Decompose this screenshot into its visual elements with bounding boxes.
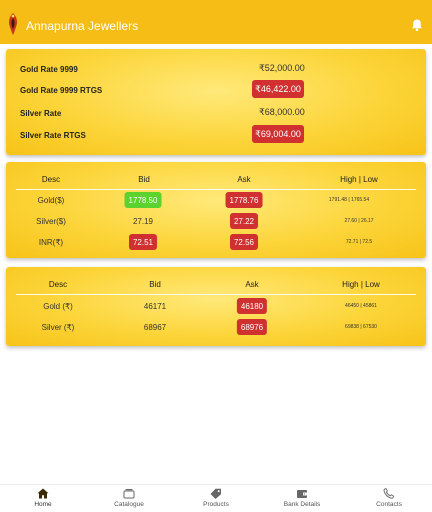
column-header-high-low: High | Low [340,175,378,184]
ask-badge: 46180 [236,298,268,314]
rate-label: Silver Rate [20,109,62,118]
desc-cell: Silver (₹) [41,322,75,332]
logo-icon [9,13,17,35]
nav-item-catalogue[interactable]: Catalogue [99,488,159,508]
app-bar: Annapurna Jewellers [0,0,432,44]
desc-cell: Gold($) [37,195,65,205]
nav-label: Home [34,501,52,508]
table-row: Gold($) 1778.50 1778.76 1791.48 | 1765.5… [6,192,426,210]
bottom-navigation: Home Catalogue Products Bank Details Con… [0,484,432,512]
catalogue-icon [123,489,135,499]
column-header-high-low: High | Low [342,280,380,289]
bid-cell: 27.19 [132,216,154,226]
inr-rates-table: Desc Bid Ask High | Low Gold (₹) 46171 4… [6,267,426,346]
nav-label: Products [203,501,229,508]
column-header-bid: Bid [138,175,150,184]
column-header-ask: Ask [237,175,251,184]
high-low-cell: 69838 | 67530 [345,324,377,330]
column-header-ask: Ask [245,280,259,289]
rate-value: ₹68,000.00 [259,107,305,117]
high-low-cell: 27.60 | 26.17 [344,218,374,224]
international-rates-table: Desc Bid Ask High | Low Gold($) 1778.50 … [6,162,426,258]
rate-row: Silver Rate ₹68,000.00 [6,103,426,123]
table-row: Gold (₹) 46171 46180 46450 | 45861 [6,298,426,316]
rate-label: Gold Rate 9999 [20,65,78,74]
phone-icon [383,488,395,499]
ask-badge: 72.56 [229,234,259,250]
high-low-cell: 1791.48 | 1765.54 [328,197,370,203]
nav-label: Contacts [376,501,402,508]
column-header-desc: Desc [41,175,61,184]
nav-item-bank-details[interactable]: Bank Details [272,488,332,508]
divider [16,189,416,190]
column-header-bid: Bid [149,280,161,289]
rate-label: Gold Rate 9999 RTGS [20,86,103,95]
desc-cell: INR(₹) [38,237,64,247]
ask-badge: 27.22 [229,213,259,229]
table-row: Silver (₹) 68967 68976 69838 | 67530 [6,319,426,337]
column-header-desc: Desc [48,280,68,289]
high-low-cell: 46450 | 45861 [345,303,377,309]
ask-badge: 68976 [236,319,268,335]
rate-value: ₹52,000.00 [259,63,305,73]
desc-cell: Gold (₹) [43,301,73,311]
desc-cell: Silver($) [36,216,66,226]
bid-badge: 72.51 [128,234,158,250]
nav-item-products[interactable]: Products [186,488,246,508]
nav-item-home[interactable]: Home [13,488,73,508]
rate-row: Gold Rate 9999 ₹52,000.00 [6,59,426,79]
rate-row: Silver Rate RTGS ₹69,004.00 [6,125,426,145]
rate-value-badge: ₹46,422.00 [252,80,304,98]
rate-row: Gold Rate 9999 RTGS ₹46,422.00 [6,80,426,100]
wallet-icon [297,490,307,498]
bid-cell: 46171 [143,301,167,311]
rate-label: Silver Rate RTGS [20,131,86,140]
divider [16,294,416,295]
app-title: Annapurna Jewellers [26,19,139,33]
bid-cell: 68967 [143,322,167,332]
nav-label: Catalogue [114,501,144,508]
nav-label: Bank Details [283,501,321,508]
nav-item-contacts[interactable]: Contacts [359,488,419,508]
bid-badge: 1778.50 [124,192,162,208]
high-low-cell: 72.71 | 72.5 [345,239,373,245]
rates-card: Gold Rate 9999 ₹52,000.00 Gold Rate 9999… [6,49,426,155]
rate-value-badge: ₹69,004.00 [252,125,304,143]
home-icon [37,488,49,499]
notification-bell-icon[interactable] [410,18,424,32]
table-row: Silver($) 27.19 27.22 27.60 | 26.17 [6,213,426,231]
tag-icon [210,488,221,499]
table-row: INR(₹) 72.51 72.56 72.71 | 72.5 [6,234,426,252]
ask-badge: 1778.76 [225,192,263,208]
